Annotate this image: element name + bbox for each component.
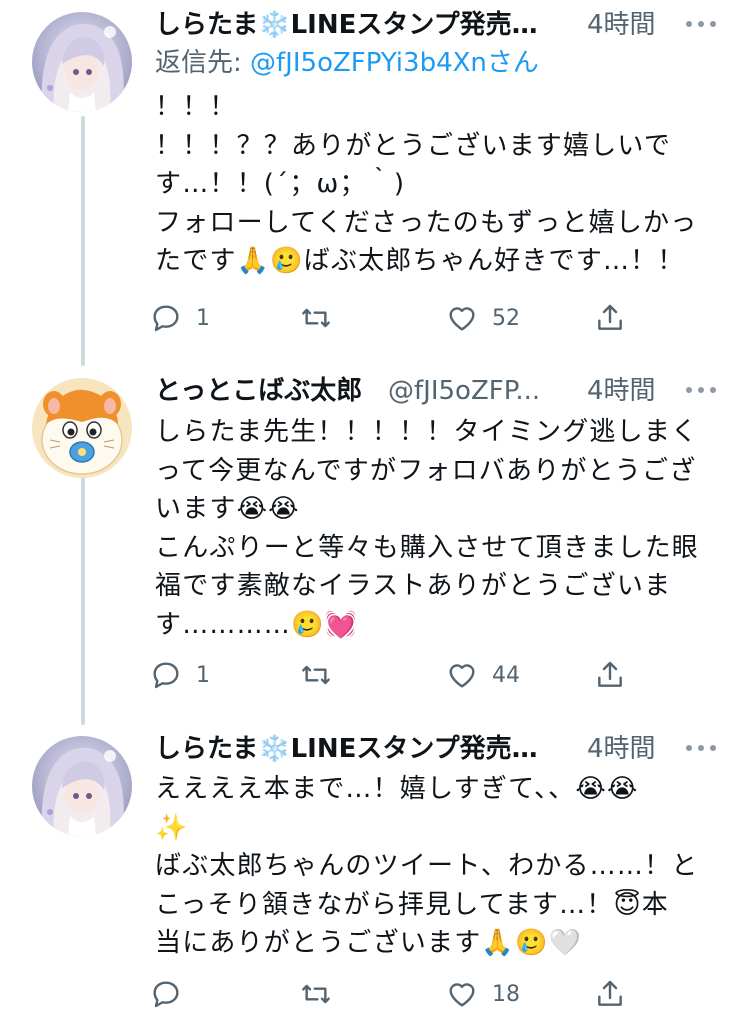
like-count: 44 [492,662,520,688]
tweet-text-line: フォローしてくださったのもずっと嬉しかっ [155,207,698,238]
avatar[interactable] [32,378,132,478]
reply-button[interactable]: 1 [150,655,210,695]
avatar[interactable] [32,736,132,836]
reply-icon [153,981,179,1008]
tweet-text-line: こっそり頷きながら拝見してます…！😇本 [155,889,670,920]
tweet-actions: 1 44 [150,655,650,695]
reply-button[interactable]: 1 [150,298,210,338]
more-options-icon[interactable] [686,745,716,753]
tweet-text: しらたま先生！！！！！タイミング逃しまく って今更なんですがフォロバありがとうご… [155,413,725,644]
tweet-text: ！！！ ！！！？？ありがとうございます嬉しいで す…！！(´；ω；｀) フォロー… [155,88,725,281]
display-name[interactable]: しらたま❄️LINEスタンプ発売… [155,726,538,772]
tweet[interactable]: しらたま❄️LINEスタンプ発売… 4時間 ええええ本まで…！嬉しすぎて、、😭😭… [0,726,750,1019]
display-name[interactable]: とっとこばぶ太郎 [155,368,362,414]
share-button[interactable] [594,974,626,1014]
reply-icon [153,662,179,689]
tweet-text-line: しらたま先生！！！！！タイミング逃しまく [155,417,699,447]
retweet-button[interactable] [300,655,346,695]
display-name[interactable]: しらたま❄️LINEスタンプ発売… [155,2,538,48]
tweet-header: しらたま❄️LINEスタンプ発売… 4時間 [155,726,750,772]
tweet-text-line: す…！！(´；ω；｀) [155,169,406,199]
tweet-text-line: ええええ本まで…！嬉しすぎて、、😭😭 [155,774,639,804]
retweet-icon [302,308,330,328]
tweet-header: とっとこばぶ太郎 @fJI5oZFP... 4時間 [155,368,750,414]
tweet-text-line: こんぷりーと等々も購入させて頂きました眼 [155,532,700,563]
reply-count: 1 [196,305,210,331]
timestamp[interactable]: 4時間 [587,726,656,772]
tweet[interactable]: しらたま❄️LINEスタンプ発売… 4時間 返信先: @fJI5oZFPYi3b… [0,0,750,355]
heart-icon [449,983,475,1007]
like-count: 52 [492,305,520,331]
reply-icon [153,305,179,332]
tweet-text-line: たです🙏🥲ばぶ太郎ちゃん好きです…！！ [155,246,685,276]
like-button[interactable]: 52 [446,298,520,338]
like-button[interactable]: 18 [446,974,520,1014]
tweet-text-line: ばぶ太郎ちゃんのツイート、わかる……！と [155,851,699,881]
tweet-header: しらたま❄️LINEスタンプ発売… 4時間 [155,2,750,48]
reply-to-handle-link[interactable]: @fJI5oZFPYi3b4Xnさん [250,48,539,78]
retweet-button[interactable] [300,974,346,1014]
more-options-icon[interactable] [686,21,716,29]
tweet-text-line: 当にありがとうございます🙏🥲🤍 [155,928,583,958]
avatar[interactable] [32,12,132,112]
share-icon [598,980,622,1006]
tweet-text-line: って今更なんですがフォロバありがとうござ [155,455,697,486]
more-options-icon[interactable] [686,387,716,395]
tweet-text-line: ！！！？？ありがとうございます嬉しいで [155,130,672,161]
timestamp[interactable]: 4時間 [587,2,656,48]
retweet-icon [302,984,330,1004]
tweet[interactable]: とっとこばぶ太郎 @fJI5oZFP... 4時間 しらたま先生！！！！！タイミ… [0,368,750,723]
tweet-text-line: います😭😭 [155,494,300,524]
tweet-text: ええええ本まで…！嬉しすぎて、、😭😭 ✨ ばぶ太郎ちゃんのツイート、わかる……！… [155,770,725,963]
like-button[interactable]: 44 [446,655,520,695]
tweet-actions: 18 [150,974,650,1014]
share-button[interactable] [594,655,626,695]
tweet-text-line: 福です素敵なイラストありがとうございま [155,571,672,601]
tweet-text-line: ！！！ [155,92,237,122]
user-handle[interactable]: @fJI5oZFP... [388,368,540,414]
share-icon [598,661,622,687]
reply-to-prefix: 返信先: [155,48,251,78]
reply-button[interactable] [150,974,196,1014]
retweet-icon [302,665,330,685]
retweet-button[interactable] [300,298,346,338]
like-count: 18 [492,981,520,1007]
share-button[interactable] [594,298,626,338]
reply-to-label: 返信先: @fJI5oZFPYi3b4Xnさん [155,43,539,83]
share-icon [598,304,622,330]
tweet-actions: 1 52 [150,298,650,338]
heart-icon [449,664,475,688]
heart-icon [449,307,475,331]
tweet-text-line: ✨ [155,812,189,843]
timestamp[interactable]: 4時間 [587,368,656,414]
reply-count: 1 [196,662,210,688]
tweet-text-line: す…………🥲💓 [155,609,359,640]
